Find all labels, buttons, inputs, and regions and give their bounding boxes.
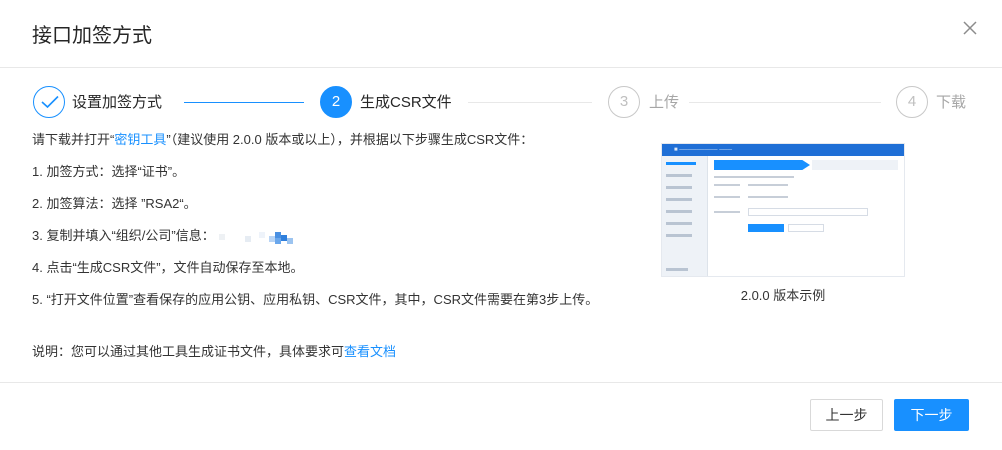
prev-step-button[interactable]: 上一步 (810, 399, 883, 431)
step-4-label: 下载 (936, 94, 967, 111)
instruction-step-4: 4. 点击“生成CSR文件”，文件自动保存至本地。 (32, 260, 304, 275)
instruction-step-5: 5. “打开文件位置”查看保存的应用公钥、应用私钥、CSR文件，其中，CSR文件… (32, 292, 599, 307)
step-2-label: 生成CSR文件 (360, 94, 452, 111)
redacted-org-info (218, 230, 299, 244)
step-1-circle (33, 86, 65, 118)
key-tool-link[interactable]: 密钥工具 (114, 132, 166, 147)
view-docs-link[interactable]: 查看文档 (344, 344, 396, 359)
step-1-label: 设置加签方式 (72, 94, 163, 111)
step-3-connector (689, 102, 881, 103)
modal-dialog: 接口加签方式 设置加签方式 2 生成CSR文件 3 上传 4 下载 请下载并打开… (0, 0, 1002, 450)
modal-title: 接口加签方式 (32, 25, 152, 47)
instruction-step-3: 3. 复制并填入“组织/公司”信息： (32, 226, 299, 246)
preview-caption: 2.0.0 版本示例 (740, 288, 826, 303)
steps-bar: 设置加签方式 2 生成CSR文件 3 上传 4 下载 (0, 86, 1002, 122)
next-step-button[interactable]: 下一步 (894, 399, 969, 431)
modal-header: 接口加签方式 (0, 0, 1002, 68)
intro-text: 请下载并打开“密钥工具”（建议使用 2.0.0 版本或以上），并根据以下步骤生成… (32, 130, 533, 150)
version-example-image: ■ ───────── ─── (661, 143, 905, 277)
intro-prefix: 请下载并打开“ (32, 132, 115, 147)
footer-divider (0, 382, 1002, 383)
step-2-circle: 2 (320, 86, 352, 118)
check-icon (41, 95, 59, 109)
step-1-connector (184, 102, 304, 103)
step-3-circle: 3 (608, 86, 640, 118)
step-4-circle: 4 (896, 86, 928, 118)
close-icon[interactable] (958, 16, 982, 40)
step-3-label: 上传 (649, 94, 680, 111)
instruction-step-2: 2. 加签算法：选择 ”RSA2“。 (32, 196, 197, 211)
step-2-connector (468, 102, 592, 103)
instruction-step-1: 1. 加签方式：选择“证书”。 (32, 164, 186, 179)
intro-suffix: ”（建议使用 2.0.0 版本或以上），并根据以下步骤生成CSR文件： (166, 132, 534, 147)
note-prefix: 说明：您可以通过其他工具生成证书文件，具体要求可 (32, 344, 345, 359)
note-text: 说明：您可以通过其他工具生成证书文件，具体要求可查看文档 (32, 342, 396, 362)
instruction-step-3-text: 3. 复制并填入“组织/公司”信息： (32, 228, 215, 243)
